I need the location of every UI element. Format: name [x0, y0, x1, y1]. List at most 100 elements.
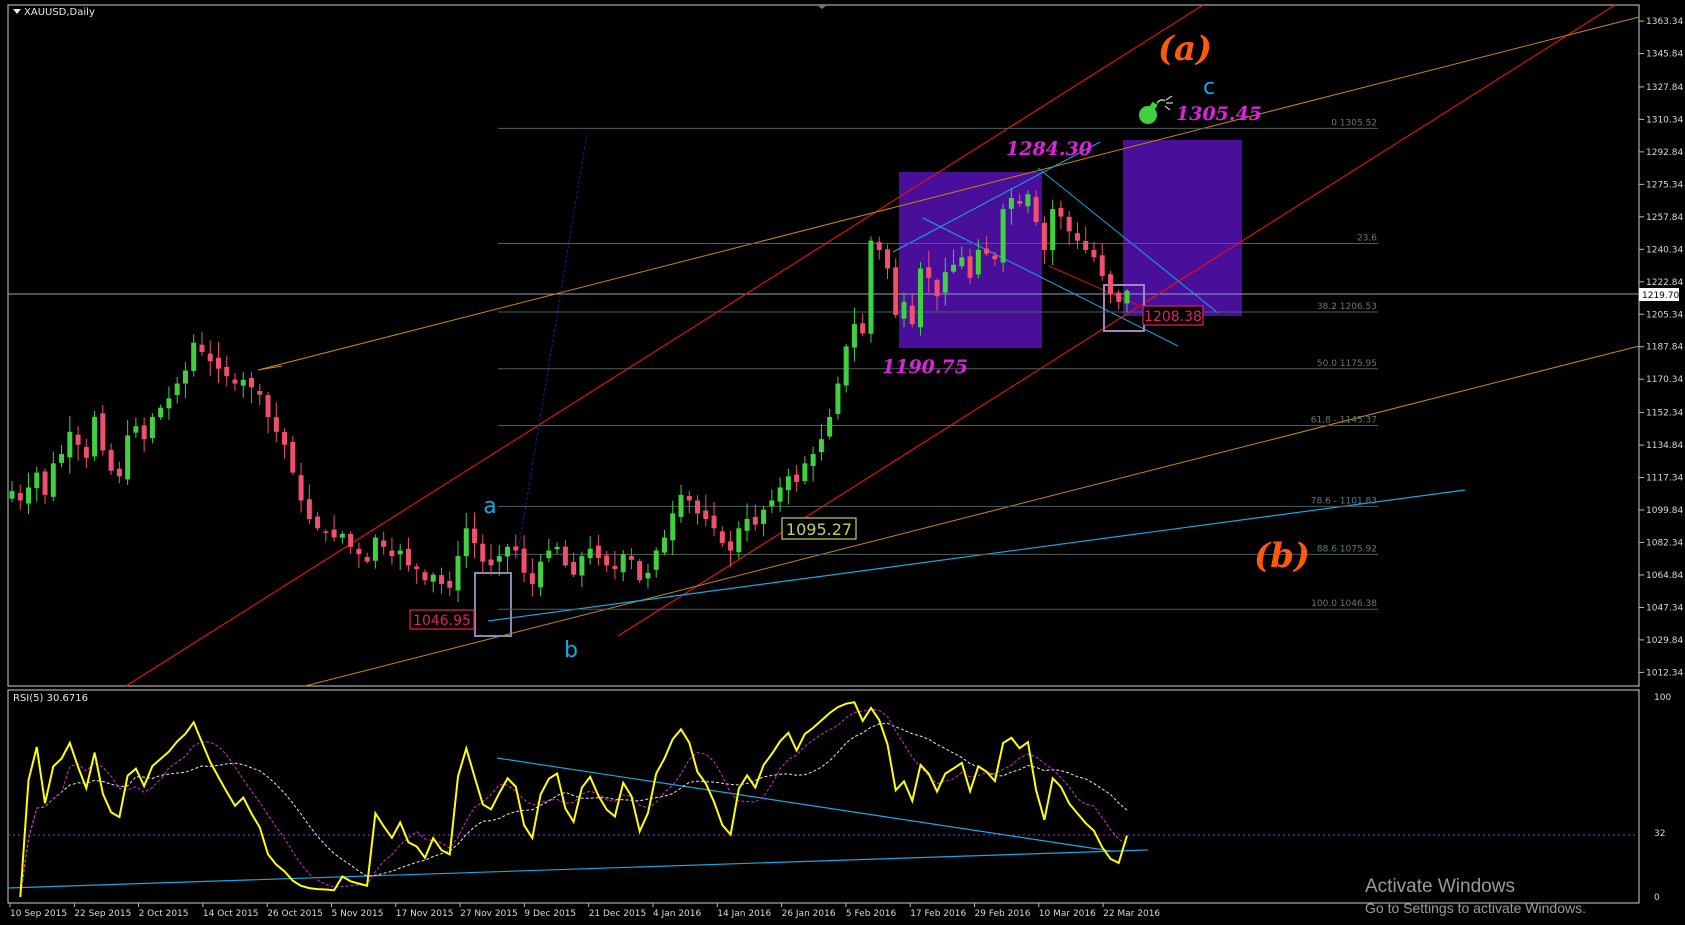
low-nov-price-label: 1046.95 [413, 613, 471, 629]
wave-label-a: a [483, 494, 496, 519]
target-price-label: 1305.45 [1176, 103, 1262, 125]
date-tick-label: 26 Jan 2016 [782, 909, 836, 919]
wave-label-a-big: (a) [1158, 29, 1212, 69]
candle-body [678, 494, 684, 517]
price-axis: 1363.34 1345.84 1327.84 1310.34 1292.84 1275.… [1639, 17, 1683, 678]
price-tick-label: 1012.34 [1646, 668, 1683, 678]
candle-body [1074, 233, 1080, 241]
price-tick-label: 1117.34 [1646, 474, 1683, 484]
fib-level-label: 38.2 1206.53 [1317, 302, 1377, 312]
candle-body [100, 413, 106, 451]
price-tick-label: 1205.34 [1646, 310, 1683, 320]
candle-body [661, 537, 667, 553]
candle-body [604, 555, 610, 566]
candle-body [290, 441, 296, 473]
price-tick-label: 1363.34 [1646, 17, 1683, 27]
candle-body [587, 548, 593, 559]
candle-body [59, 454, 65, 463]
current-price-value: 1219.70 [1642, 291, 1679, 301]
rsi-tick-label: 0 [1654, 893, 1660, 903]
candle-body [422, 572, 428, 581]
price-tick-label: 1257.84 [1646, 213, 1683, 223]
candle-body [736, 528, 742, 553]
candle-body [637, 561, 643, 581]
candle-body [1083, 240, 1089, 250]
candle-body [744, 518, 750, 531]
candle-body [992, 255, 998, 260]
candle-body [951, 264, 957, 272]
candle-body [339, 533, 345, 538]
date-tick-label: 10 Sep 2015 [10, 909, 67, 919]
candle-body [934, 280, 940, 297]
candle-body [108, 449, 114, 471]
fib-level-label: 61.8 - 1145.37 [1311, 416, 1377, 426]
candle-body [381, 540, 387, 547]
price-tick-label: 1134.84 [1646, 441, 1683, 451]
candle-body [975, 249, 981, 275]
fib-level-label: 88.6 1075.92 [1317, 544, 1377, 554]
candle-body [249, 378, 255, 388]
candle-body [455, 556, 461, 591]
date-tick-label: 27 Nov 2015 [460, 909, 518, 919]
candle-body [579, 556, 585, 576]
candle-body [1050, 209, 1056, 251]
candle-body [901, 301, 907, 319]
rsi-panel-frame [7, 689, 1640, 904]
candle-body [133, 426, 139, 433]
candle-body [1025, 194, 1031, 207]
price-tick-label: 1187.84 [1646, 343, 1683, 353]
candle-body [785, 476, 791, 491]
candle-body [323, 531, 329, 533]
candle-body [149, 416, 155, 439]
candle-body [273, 417, 279, 432]
candle-body [761, 509, 767, 524]
candle-body [430, 574, 436, 582]
price-tick-label: 1170.34 [1646, 375, 1683, 385]
wave-label-b: b [564, 638, 578, 663]
candle-body [620, 554, 626, 573]
candle-body [546, 550, 552, 559]
candle-body [125, 435, 131, 480]
candle-body [26, 487, 32, 504]
candle-body [9, 491, 15, 499]
candle-body [232, 379, 238, 384]
candle-body [141, 425, 147, 440]
candle-body [356, 548, 362, 555]
candle-body [207, 353, 213, 362]
candle-body [909, 305, 915, 325]
candle-body [257, 390, 263, 395]
candle-body [818, 439, 824, 453]
candle-body [1000, 209, 1006, 263]
wave-label-c: c [1203, 75, 1215, 100]
date-tick-label: 22 Mar 2016 [1103, 909, 1160, 919]
candle-body [612, 566, 618, 570]
candle-body [331, 529, 337, 538]
fib-level-label: 50.0 1175.95 [1317, 359, 1377, 369]
candle-body [116, 468, 122, 477]
date-tick-label: 22 Sep 2015 [74, 909, 131, 919]
candle-body [182, 370, 188, 384]
candle-body [835, 383, 841, 415]
candle-body [728, 541, 734, 551]
candle-body [884, 249, 890, 269]
candle-body [942, 272, 948, 293]
candle-body [34, 472, 40, 489]
candle-body [827, 416, 833, 437]
candle-body [752, 516, 758, 525]
rsi-axis: 100 32 0 [1654, 693, 1671, 903]
candle-body [463, 528, 469, 557]
candle-body [984, 248, 990, 254]
candle-body [653, 550, 659, 570]
candle-body [1091, 249, 1097, 258]
price-tick-label: 1152.34 [1646, 409, 1683, 419]
high-price-label: 1284.30 [1006, 138, 1092, 160]
candle-body [595, 545, 601, 558]
candle-body [397, 550, 403, 555]
fib-level-label: 100.0 1046.38 [1311, 599, 1377, 609]
candle-body [265, 395, 271, 417]
candle-body [224, 366, 230, 377]
candle-body [414, 566, 420, 570]
price-tick-label: 1240.34 [1646, 245, 1683, 255]
fib-level-label: 0 1305.52 [1331, 118, 1377, 128]
candle-body [306, 499, 312, 519]
